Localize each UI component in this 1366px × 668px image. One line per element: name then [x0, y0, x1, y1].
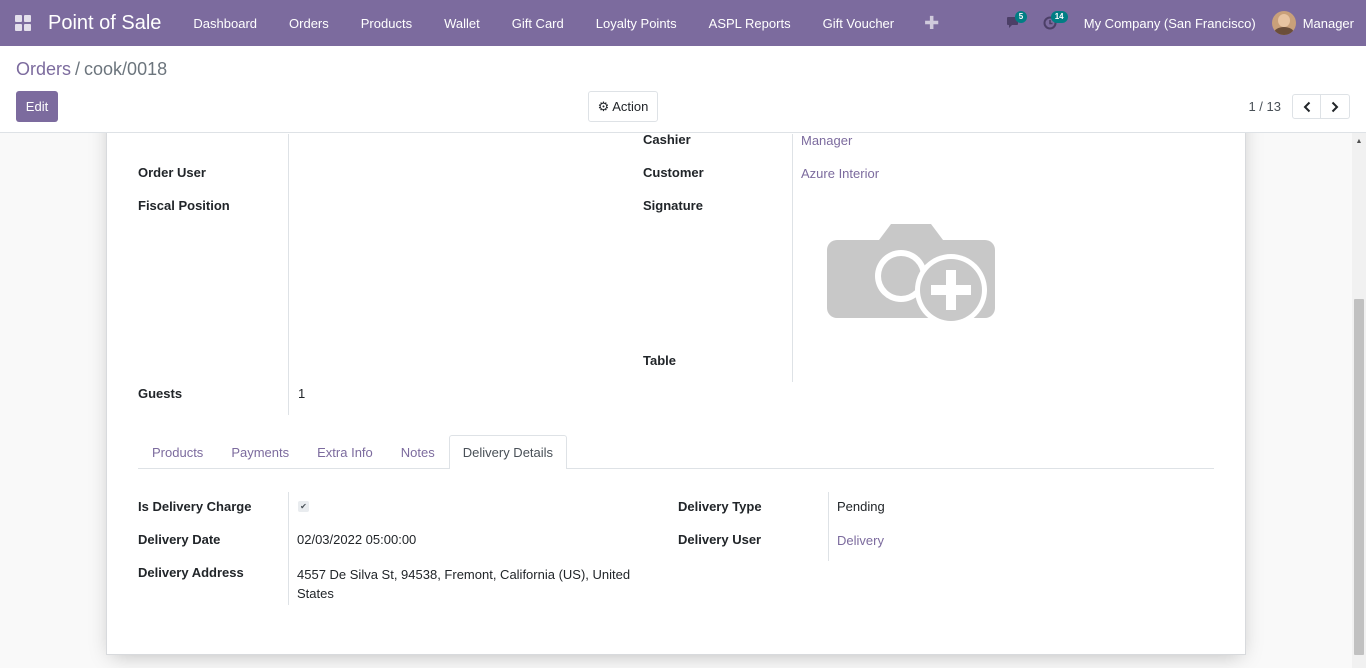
activities-count-badge: 14: [1050, 11, 1068, 23]
customer-label: Customer: [643, 165, 704, 180]
signature-upload-camera-icon[interactable]: [825, 220, 997, 326]
edit-button[interactable]: Edit: [16, 91, 58, 122]
pager-previous-button[interactable]: [1292, 94, 1321, 119]
menu-item-gift-card[interactable]: Gift Card: [496, 0, 580, 46]
delivery-address-label: Delivery Address: [138, 565, 244, 580]
tab-payments[interactable]: Payments: [217, 435, 303, 468]
app-brand[interactable]: Point of Sale: [48, 12, 161, 35]
order-user-label: Order User: [138, 165, 206, 180]
cashier-link[interactable]: Manager: [801, 133, 852, 148]
delivery-date-value[interactable]: 02/03/2022 05:00:00: [297, 532, 416, 547]
menu-item-products[interactable]: Products: [345, 0, 428, 46]
control-panel: Orders / cook/0018 Edit ⚙ Action 1 / 13: [0, 46, 1366, 133]
menu-item-aspl-reports[interactable]: ASPL Reports: [693, 0, 807, 46]
messages-icon[interactable]: 5: [996, 0, 1032, 46]
delivery-type-value[interactable]: Pending: [837, 499, 885, 514]
pager: 1 / 13: [1248, 94, 1350, 119]
gear-icon: ⚙: [597, 98, 610, 114]
navbar-systray: 5 14 My Company (San Francisco) Manager: [996, 0, 1366, 46]
pager-next-button[interactable]: [1321, 94, 1350, 119]
user-menu[interactable]: Manager: [1271, 11, 1366, 35]
scrollbar-thumb[interactable]: [1354, 299, 1364, 655]
menu-item-orders[interactable]: Orders: [273, 0, 345, 46]
delivery-date-label: Delivery Date: [138, 532, 221, 547]
is-delivery-charge-checkbox[interactable]: ✔: [298, 501, 309, 512]
right-group-divider: [792, 134, 793, 382]
signature-label: Signature: [643, 198, 703, 213]
delivery-address-value[interactable]: 4557 De Silva St, 94538, Fremont, Califo…: [297, 565, 657, 603]
tab-notes[interactable]: Notes: [387, 435, 449, 468]
menu-item-wallet[interactable]: Wallet: [428, 0, 496, 46]
delivery-right-divider: [828, 492, 829, 561]
breadcrumb: Orders / cook/0018: [16, 59, 167, 80]
main-menu: Dashboard Orders Products Wallet Gift Ca…: [177, 0, 953, 46]
delivery-left-divider: [288, 492, 289, 605]
more-menu-plus-icon[interactable]: ✚: [910, 0, 953, 46]
breadcrumb-current: cook/0018: [84, 59, 168, 79]
user-avatar: [1271, 11, 1296, 35]
menu-item-dashboard[interactable]: Dashboard: [177, 0, 273, 46]
scroll-up-arrow-icon[interactable]: ▲: [1352, 136, 1366, 146]
customer-link[interactable]: Azure Interior: [801, 166, 879, 181]
company-switcher[interactable]: My Company (San Francisco): [1068, 16, 1272, 31]
guests-divider: [288, 385, 289, 415]
action-dropdown-button[interactable]: ⚙ Action: [588, 91, 658, 122]
cashier-label: Cashier: [643, 133, 691, 147]
vertical-scrollbar[interactable]: ▲: [1352, 133, 1366, 668]
delivery-type-label: Delivery Type: [678, 499, 762, 514]
delivery-user-label: Delivery User: [678, 532, 762, 547]
is-delivery-charge-label: Is Delivery Charge: [138, 499, 252, 514]
activities-clock-icon[interactable]: 14: [1032, 0, 1068, 46]
form-content-area: Order User Fiscal Position Guests 1 Cash…: [0, 133, 1352, 668]
table-label: Table: [643, 353, 676, 368]
menu-item-gift-voucher[interactable]: Gift Voucher: [807, 0, 911, 46]
guests-value[interactable]: 1: [298, 386, 305, 401]
guests-label: Guests: [138, 386, 183, 401]
tab-products[interactable]: Products: [138, 435, 217, 468]
pager-value[interactable]: 1 / 13: [1248, 99, 1281, 114]
breadcrumb-separator: /: [75, 59, 81, 79]
breadcrumb-orders-link[interactable]: Orders: [16, 59, 71, 79]
fiscal-position-label: Fiscal Position: [138, 198, 230, 213]
messages-count-badge: 5: [1014, 11, 1028, 23]
top-navbar: Point of Sale Dashboard Orders Products …: [0, 0, 1366, 46]
user-name: Manager: [1302, 15, 1354, 31]
action-label: Action: [612, 99, 649, 114]
tab-delivery-details[interactable]: Delivery Details: [448, 435, 568, 469]
apps-menu-icon[interactable]: [0, 0, 46, 46]
notebook-tabs: Products Payments Extra Info Notes Deliv…: [138, 435, 1214, 469]
chevron-left-icon: [1303, 101, 1310, 112]
chevron-right-icon: [1331, 101, 1339, 112]
delivery-user-link[interactable]: Delivery: [837, 533, 884, 548]
delivery-address-line-2: States: [297, 586, 334, 601]
checkmark-icon: ✔: [300, 502, 307, 511]
tab-extra-info[interactable]: Extra Info: [303, 435, 387, 468]
left-group-divider: [288, 134, 289, 385]
delivery-address-line-1: 4557 De Silva St, 94538, Fremont, Califo…: [297, 567, 631, 582]
menu-item-loyalty-points[interactable]: Loyalty Points: [580, 0, 693, 46]
form-sheet: Order User Fiscal Position Guests 1 Cash…: [106, 133, 1246, 655]
